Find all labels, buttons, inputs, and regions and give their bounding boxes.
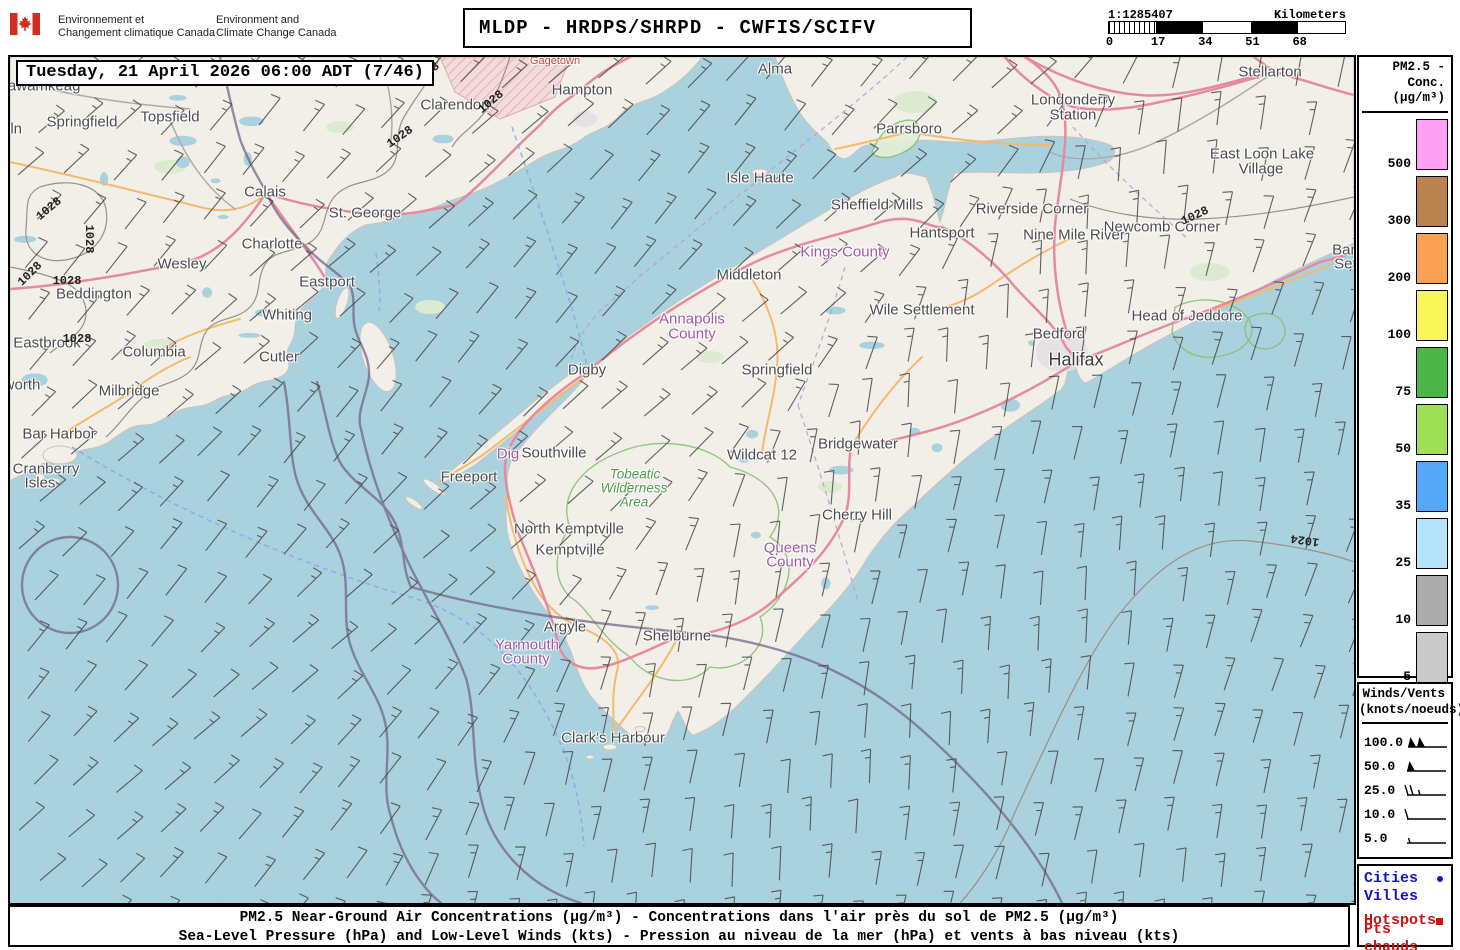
org-name-english: Environment and Climate Change Canada [216, 14, 337, 40]
scale-bar-ticks: 0 17 34 51 68 [1105, 34, 1346, 49]
wind-legend-row: 50.0 [1359, 754, 1451, 778]
scale-bar-segments [1108, 21, 1346, 34]
pm25-threshold-value: 50 [1395, 440, 1411, 456]
wind-legend-title: Winds/Vents (knots/noeuds) [1359, 687, 1460, 717]
pm25-legend-row: 200 [1359, 232, 1451, 285]
pm25-threshold-value: 100 [1387, 326, 1411, 342]
pm25-legend-row: 300 [1359, 175, 1451, 228]
canada-flag-icon [10, 13, 40, 35]
wind-speed-value: 100.0 [1364, 734, 1404, 750]
caption-line2: Sea-Level Pressure (hPa) and Low-Level W… [178, 929, 1180, 945]
wind-speed-value: 10.0 [1364, 806, 1396, 822]
scale-tick: 17 [1150, 35, 1166, 49]
pm25-legend-row: 35 [1359, 460, 1451, 513]
valid-time-box: Tuesday, 21 April 2026 06:00 ADT (7/46) [16, 60, 434, 86]
cities-label-en: Cities [1364, 870, 1419, 887]
scale-segment [1109, 22, 1157, 33]
pm25-threshold-value: 10 [1395, 611, 1411, 627]
pm25-legend-row: 10 [1359, 574, 1451, 627]
org-name-french: Environnement et Changement climatique C… [58, 14, 216, 40]
wind-legend-row: 10.0 [1359, 802, 1451, 826]
scale-tick: 34 [1198, 35, 1213, 49]
pm25-color-swatch [1416, 403, 1448, 455]
scale-segment [1250, 22, 1298, 33]
pm25-color-swatch [1416, 346, 1448, 398]
map-scale-bar: 1:1285407 Kilometers 0 17 34 51 68 [1105, 6, 1346, 50]
pm25-threshold-value: 35 [1395, 497, 1411, 513]
wind-speed-value: 25.0 [1364, 782, 1396, 798]
weather-map-page: Environnement et Changement climatique C… [0, 0, 1460, 950]
page-header: Environnement et Changement climatique C… [0, 0, 1460, 55]
wind-legend-row: 25.0 [1359, 778, 1451, 802]
pm25-legend-row: 100 [1359, 289, 1451, 342]
wind-speed-value: 50.0 [1364, 758, 1396, 774]
island-mount-desert [42, 445, 78, 465]
scale-tick: 51 [1245, 35, 1260, 49]
pm25-legend: PM2.5 - Conc. (µg/m³) 500 300 200 100 75 50 35… [1357, 55, 1453, 683]
wind-legend-row: 100.0 [1359, 730, 1451, 754]
caption-box: PM2.5 Near-Ground Air Concentrations (µg… [8, 905, 1350, 947]
map-canvas [10, 57, 1354, 903]
hotspots-label-fr: Pts chauds [1364, 921, 1419, 950]
pm25-legend-row: 75 [1359, 346, 1451, 399]
wind-barb-icon [1407, 838, 1446, 844]
scale-unit: Kilometers [1273, 8, 1346, 22]
wind-barb-icon [1404, 785, 1446, 796]
pm25-legend-row: 50 [1359, 403, 1451, 456]
pm25-threshold-value: 25 [1395, 554, 1411, 570]
caption-line1: PM2.5 Near-Ground Air Concentrations (µg… [239, 910, 1119, 926]
pm25-color-swatch [1416, 289, 1448, 341]
wind-barb-icon [1404, 809, 1446, 820]
wind-legend: Winds/Vents (knots/noeuds) 100.0 50.0 25.0… [1357, 682, 1460, 859]
wind-speed-value: 5.0 [1364, 830, 1388, 846]
wind-legend-rows: 100.0 50.0 25.0 10.0 5.0 [1359, 730, 1451, 850]
scale-segment [1203, 22, 1251, 33]
pm25-color-swatch [1416, 118, 1448, 170]
scale-segment [1156, 22, 1204, 33]
pm25-color-swatch [1416, 631, 1448, 683]
city-dot-icon [1437, 876, 1443, 882]
pm25-legend-row: 500 [1359, 118, 1451, 171]
scale-segment [1297, 22, 1346, 33]
valid-time-text: Tuesday, 21 April 2026 06:00 ADT (7/46) [26, 63, 424, 82]
pm25-threshold-value: 500 [1387, 155, 1411, 171]
product-title: MLDP - HRDPS/SHRPD - CWFIS/SCIFV [479, 17, 876, 39]
pm25-legend-row: 25 [1359, 517, 1451, 570]
marker-legend: Cities Villes Hotspots Pts chauds [1357, 864, 1453, 950]
cities-label-fr: Villes [1364, 888, 1419, 905]
pm25-threshold-value: 300 [1387, 212, 1411, 228]
scale-tick: 0 [1105, 35, 1114, 49]
pm25-threshold-value: 75 [1395, 383, 1411, 399]
pm25-threshold-value: 200 [1387, 269, 1411, 285]
product-title-box: MLDP - HRDPS/SHRPD - CWFIS/SCIFV [463, 8, 972, 48]
pm25-legend-title: PM2.5 - Conc. (µg/m³) [1392, 60, 1445, 106]
pm25-color-swatch [1416, 175, 1448, 227]
wind-barb-icon [1408, 737, 1448, 748]
pm25-color-swatch [1416, 517, 1448, 569]
pm25-color-swatch [1416, 460, 1448, 512]
pm25-color-swatch [1416, 232, 1448, 284]
pm25-color-swatch [1416, 574, 1448, 626]
pm25-threshold-value: 5 [1403, 668, 1411, 684]
forecast-map: ttawamkeagolnSpringfieldTopsfieldClarend… [8, 55, 1356, 905]
pm25-legend-rows: 500 300 200 100 75 50 35 25 10 5 [1359, 118, 1451, 684]
scale-tick: 68 [1292, 35, 1307, 49]
pm25-legend-row: 5 [1359, 631, 1451, 684]
scale-ratio: 1:1285407 [1108, 8, 1173, 22]
wind-legend-row: 5.0 [1359, 826, 1451, 850]
wind-barb-icon [1407, 761, 1446, 772]
